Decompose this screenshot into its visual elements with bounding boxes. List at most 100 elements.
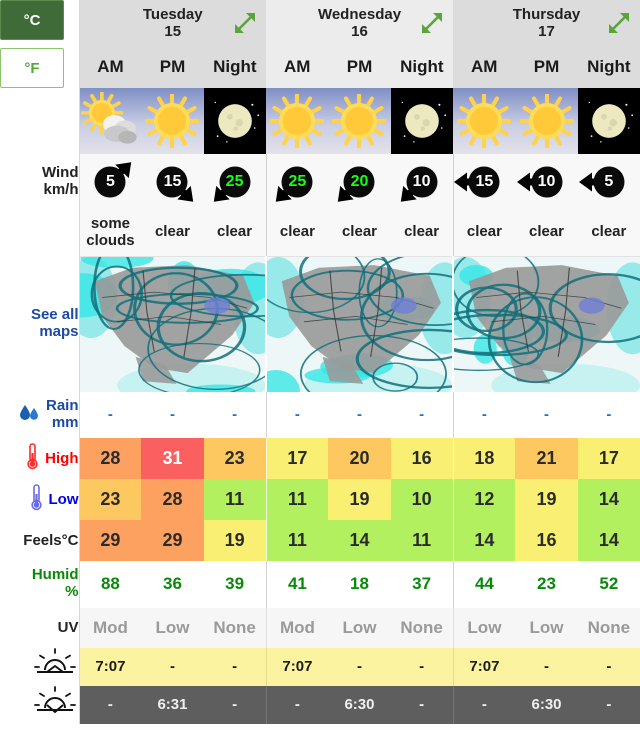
summary-cell-8: clear: [577, 210, 640, 257]
sunset-cell-3: -: [265, 685, 329, 724]
slot-header-row: AM PM Night AM PM Night AM PM Night: [0, 46, 640, 88]
low-temp-cell-7: 19: [515, 478, 578, 520]
sky-summary-row: some clouds clear clear clear clear clea…: [0, 210, 640, 257]
weather-map-thursday[interactable]: [452, 256, 640, 392]
rain-cell-2: -: [203, 391, 266, 438]
sky-cell-8: [577, 88, 640, 154]
summary-line-1: clear: [279, 223, 315, 241]
uv-cell-4: Low: [328, 607, 391, 648]
humidity-cell-4: 18: [328, 560, 391, 608]
low-label: Low: [48, 490, 79, 508]
wind-cell-4: 20: [328, 154, 391, 210]
expand-arrows-icon[interactable]: [419, 10, 445, 40]
high-temp-cell-6: 18: [452, 437, 516, 479]
feels-temp-cell-1: 29: [141, 519, 204, 561]
unit-toggle-cell: °C °F: [0, 0, 80, 88]
slot-header-2[interactable]: Night: [203, 46, 266, 88]
sunset-cell-8: -: [577, 685, 640, 724]
slot-header-8[interactable]: Night: [577, 46, 640, 88]
uv-cell-8: None: [577, 607, 640, 648]
uv-cell-0: Mod: [79, 607, 142, 648]
day-header-thursday[interactable]: Thursday 17: [453, 0, 640, 46]
sky-cell-5: [390, 88, 454, 154]
wind-cell-2: 25: [203, 154, 266, 210]
summary-cell-3: clear: [265, 210, 329, 257]
sunrise-row-label: [0, 647, 80, 686]
low-temp-cell-4: 19: [328, 478, 391, 520]
thermometer-red-icon: [25, 441, 40, 475]
summary-line-1: clear: [404, 223, 440, 241]
fahrenheit-toggle[interactable]: °F: [0, 48, 64, 88]
sunset-cell-7: 6:30: [515, 685, 578, 724]
summary-line-1: clear: [528, 223, 565, 241]
uv-label: UV: [0, 607, 80, 648]
low-temp-cell-3: 11: [265, 478, 329, 520]
wind-arrow-icon: 5: [578, 157, 639, 207]
wind-speed-value: 10: [412, 173, 431, 190]
weather-map-tuesday[interactable]: [79, 256, 266, 392]
sunrise-cell-2: -: [203, 647, 266, 686]
moon-icon: [577, 88, 640, 154]
moon-icon: [203, 88, 266, 154]
summary-cell-5: clear: [390, 210, 454, 257]
sun-icon: [453, 88, 516, 154]
rain-cell-4: -: [328, 391, 391, 438]
uv-row: UV Mod Low None Mod Low None Low Low None: [0, 607, 640, 648]
high-label: High: [45, 449, 79, 467]
see-all-maps-line2[interactable]: maps: [0, 323, 78, 341]
feels-temp-cell-4: 14: [328, 519, 391, 561]
wind-arrow-icon: 10: [392, 157, 452, 207]
see-all-maps-line1[interactable]: See all: [0, 306, 79, 324]
wind-speed-value: 10: [537, 173, 556, 190]
low-row-label: Low: [0, 478, 80, 520]
thermometer-blue-icon: [29, 482, 44, 516]
sun-behind-cloud-icon: [79, 88, 142, 154]
slot-header-3[interactable]: AM: [266, 46, 329, 88]
humidity-cell-3: 41: [265, 560, 329, 608]
summary-cell-7: clear: [515, 210, 578, 257]
day-header-tuesday[interactable]: Tuesday 15: [79, 0, 266, 46]
slot-header-1[interactable]: PM: [141, 46, 204, 88]
celsius-toggle[interactable]: °C: [0, 0, 64, 40]
rain-unit-label: mm: [51, 413, 79, 431]
wind-cell-3: 25: [265, 154, 329, 210]
sky-cell-7: [515, 88, 578, 154]
summary-line-1: clear: [154, 223, 191, 241]
humid-unit-label: %: [65, 583, 79, 600]
expand-arrows-icon[interactable]: [606, 10, 632, 40]
map-row: See all maps: [0, 256, 640, 392]
sunset-cell-1: 6:31: [141, 685, 204, 724]
wind-arrow-icon: 20: [329, 157, 389, 207]
wind-row: Wind km/h 5 15 25 25 20 10 15 10 5: [0, 154, 640, 210]
high-temp-cell-3: 17: [265, 437, 329, 479]
high-temp-cell-2: 23: [203, 437, 266, 479]
slot-header-7[interactable]: PM: [515, 46, 578, 88]
weather-map-wednesday[interactable]: [264, 256, 454, 392]
sunset-icon: [31, 685, 79, 724]
slot-header-6[interactable]: AM: [453, 46, 516, 88]
sunset-cell-6: -: [452, 685, 516, 724]
wind-unit-label: km/h: [43, 181, 79, 198]
slot-header-4[interactable]: PM: [328, 46, 391, 88]
summary-row-label: [0, 210, 80, 256]
wind-speed-value: 15: [475, 173, 494, 190]
humidity-cell-0: 88: [79, 560, 142, 608]
summary-line-1: clear: [591, 223, 627, 241]
low-temp-cell-0: 23: [79, 478, 142, 520]
sunset-cell-2: -: [203, 685, 266, 724]
slot-header-0[interactable]: AM: [79, 46, 142, 88]
rain-cell-0: -: [79, 391, 142, 438]
see-all-maps-cell[interactable]: See all maps: [0, 256, 80, 392]
sunset-cell-0: -: [79, 685, 142, 724]
sunrise-cell-6: 7:07: [452, 647, 516, 686]
low-temp-cell-8: 14: [577, 478, 640, 520]
sky-cell-0: [79, 88, 142, 154]
day-header-wednesday[interactable]: Wednesday 16: [266, 0, 454, 46]
expand-arrows-icon[interactable]: [232, 10, 258, 40]
moon-icon: [390, 88, 454, 154]
humidity-cell-2: 39: [203, 560, 266, 608]
wind-arrow-icon: 10: [516, 157, 577, 207]
sky-cell-4: [328, 88, 391, 154]
slot-header-5[interactable]: Night: [390, 46, 454, 88]
wind-arrow-icon: 25: [267, 157, 327, 207]
